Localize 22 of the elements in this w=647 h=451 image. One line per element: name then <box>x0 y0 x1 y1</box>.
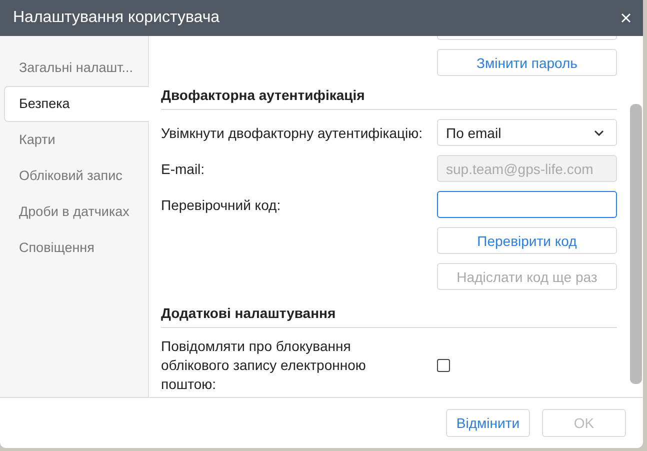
method-dropdown[interactable]: По email <box>437 119 617 146</box>
window-title: Налаштування користувача <box>13 9 220 27</box>
close-icon[interactable] <box>621 13 631 23</box>
sidebar-item[interactable]: Загальні налашт... <box>4 50 148 86</box>
checkbox-label: Повідомляти про блокування облікового запису електронною поштою: <box>161 337 367 394</box>
field-label: Перевірочний код: <box>161 196 281 212</box>
field-label: E-mail: <box>161 160 205 176</box>
chevron-down-icon <box>594 130 604 136</box>
scrollbar-thumb[interactable] <box>630 104 642 384</box>
change-password-button[interactable]: Змінити пароль <box>437 49 617 76</box>
action-button[interactable]: Перевірити код <box>437 227 617 254</box>
input-field[interactable] <box>437 191 617 218</box>
field-label: Увімкнути двофакторну аутентифікацію: <box>161 124 423 140</box>
sidebar-item[interactable]: Сповіщення <box>4 230 148 266</box>
section-heading: Двофакторна аутентифікація <box>161 87 617 110</box>
sidebar-item[interactable]: Обліковий запис <box>4 158 148 194</box>
sidebar-item[interactable]: Безпека <box>4 86 149 122</box>
checkbox[interactable] <box>437 359 450 372</box>
sidebar-item[interactable]: Карти <box>4 122 148 158</box>
sidebar-item[interactable]: Дроби в датчиках <box>4 194 148 230</box>
section-heading: Додаткові налаштування <box>161 305 617 328</box>
cancel-button[interactable]: Відмінити <box>446 409 530 437</box>
